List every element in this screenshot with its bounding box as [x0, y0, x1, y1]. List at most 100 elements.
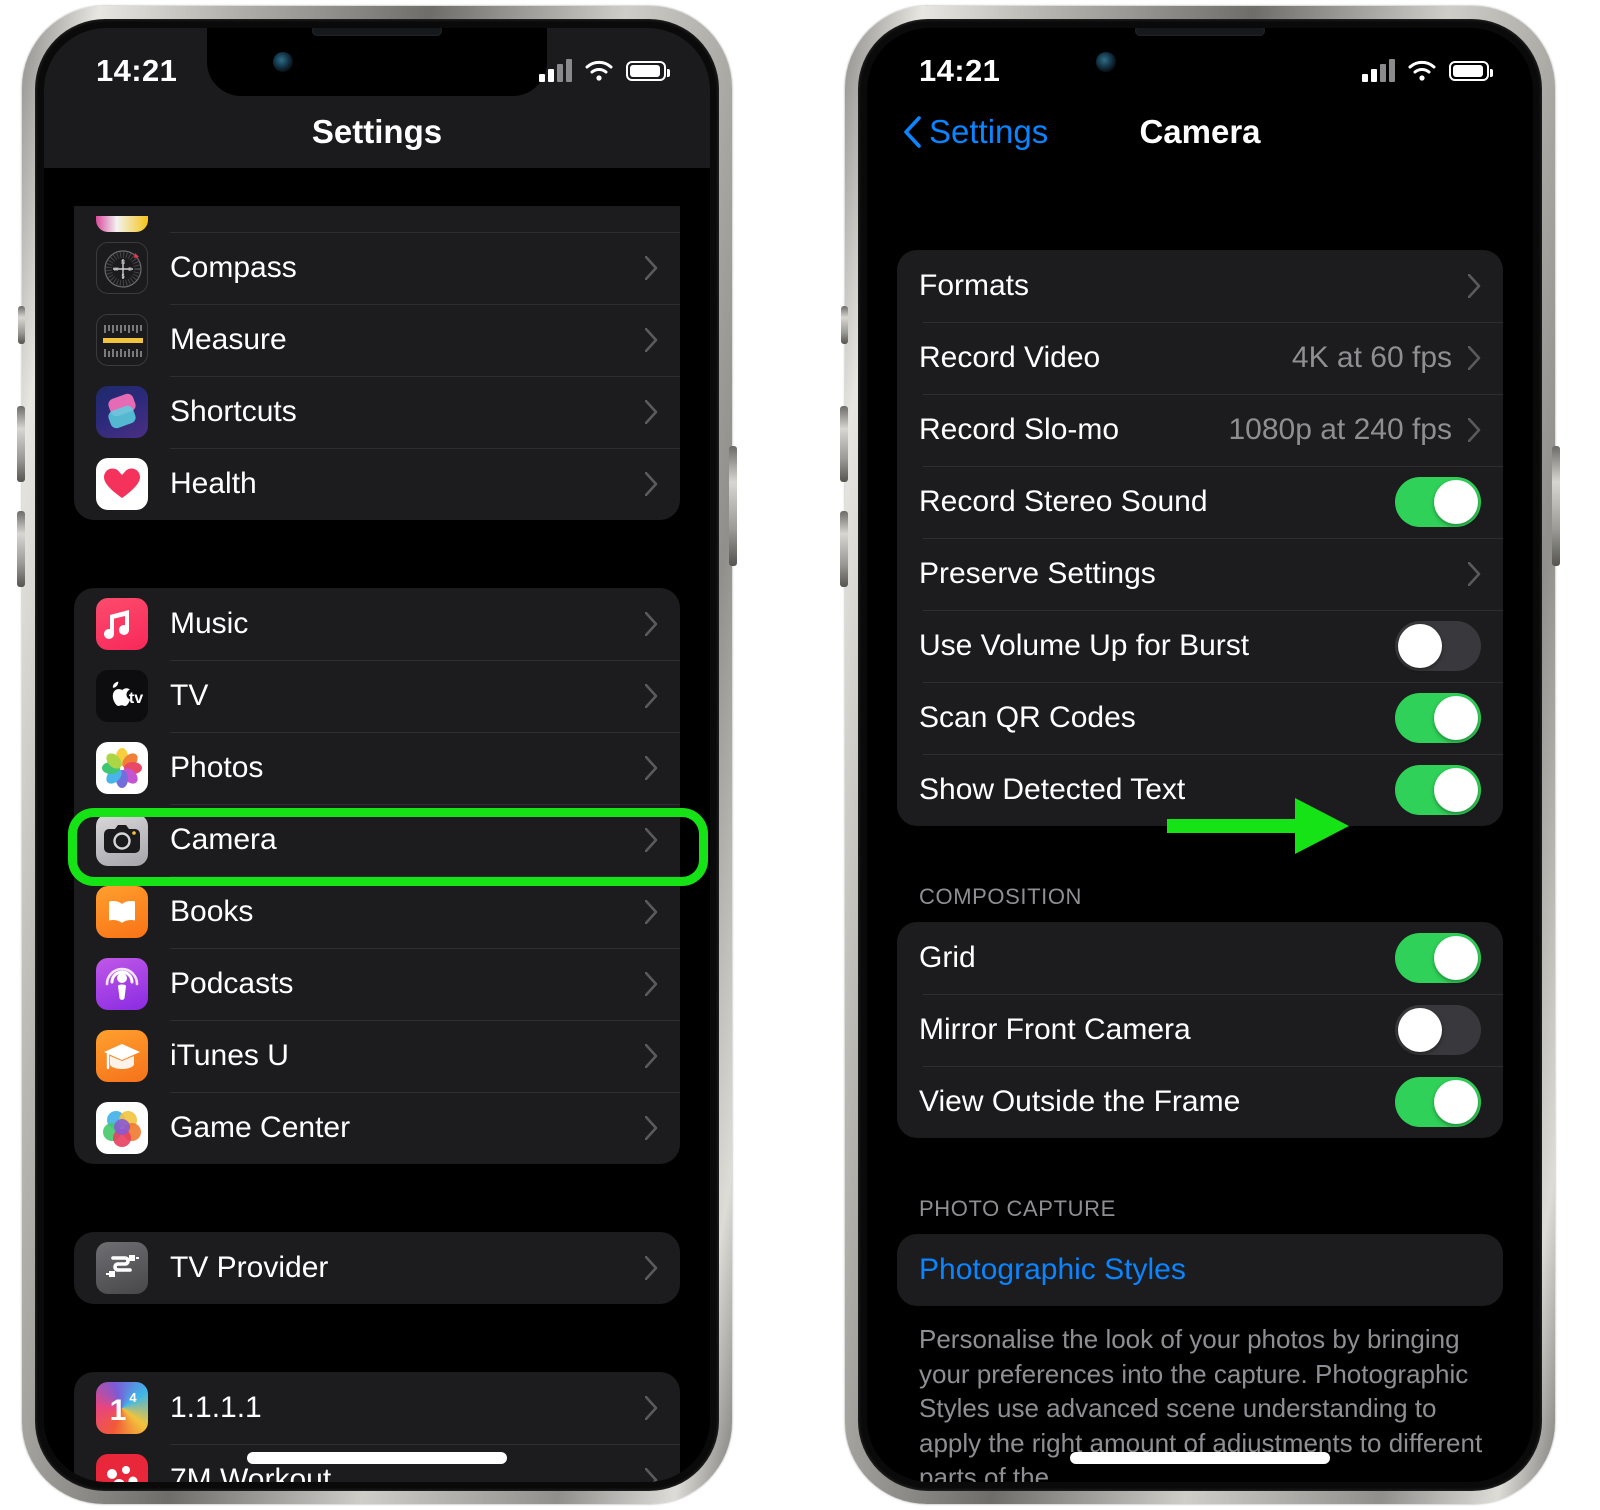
chevron-right-icon: [645, 900, 658, 924]
volume-up-button[interactable]: [17, 406, 25, 482]
chevron-right-icon: [1468, 274, 1481, 298]
settings-group-utilities: N S W E Compass Measure Shortcuts Health: [74, 206, 680, 520]
chevron-right-icon: [1468, 562, 1481, 586]
silent-switch[interactable]: [18, 306, 25, 344]
sidebar-item-label: Game Center: [170, 1111, 351, 1144]
chevron-right-icon: [645, 1116, 658, 1140]
chevron-right-icon: [645, 828, 658, 852]
chevron-right-icon: [645, 472, 658, 496]
chevron-right-icon: [1468, 346, 1481, 370]
sidebar-item-label: iTunes U: [170, 1039, 289, 1072]
compass-app-icon: N S W E: [96, 242, 148, 294]
row-scan-qr-codes[interactable]: Scan QR Codes: [897, 682, 1503, 754]
sidebar-item-camera[interactable]: Camera: [74, 804, 680, 876]
right-phone-screen: Formats Record Video 4K at 60 fps Record…: [867, 28, 1533, 1482]
left-phone-bezel: N S W E Compass Measure Shortcuts Health…: [35, 19, 719, 1491]
sidebar-item-1-1-1-1[interactable]: 1 4 1.1.1.1: [74, 1372, 680, 1444]
sidebar-item-shortcuts[interactable]: Shortcuts: [74, 376, 680, 448]
show-detected-text-arrow-annotation: [1167, 798, 1349, 854]
row-value: 1080p at 240 fps: [1228, 413, 1452, 446]
row-label: Scan QR Codes: [919, 701, 1136, 734]
scan-qr-codes-toggle[interactable]: [1395, 693, 1481, 743]
svg-text:E: E: [128, 267, 132, 273]
row-formats[interactable]: Formats: [897, 250, 1503, 322]
home-indicator[interactable]: [247, 1452, 507, 1464]
sidebar-item-label: 1.1.1.1: [170, 1391, 262, 1424]
page-title: Camera: [1139, 113, 1261, 150]
row-photographic-styles[interactable]: Photographic Styles: [897, 1234, 1503, 1306]
status-clock: 14:21: [96, 53, 178, 88]
toggle-knob: [1434, 1080, 1478, 1124]
show-detected-text-toggle[interactable]: [1395, 765, 1481, 815]
volume-down-button[interactable]: [840, 511, 848, 587]
sidebar-item-tv-provider[interactable]: TV Provider: [74, 1232, 680, 1304]
toggle-knob: [1434, 480, 1478, 524]
status-clock: 14:21: [919, 53, 1001, 88]
row-record-slo-mo[interactable]: Record Slo-mo 1080p at 240 fps: [897, 394, 1503, 466]
row-use-volume-up-for-burst[interactable]: Use Volume Up for Burst: [897, 610, 1503, 682]
toggle-knob: [1434, 696, 1478, 740]
shortcuts-app-icon: [96, 386, 148, 438]
wifi-icon: [1408, 60, 1436, 81]
sidebar-item-photos[interactable]: Photos: [74, 732, 680, 804]
chevron-right-icon: [645, 684, 658, 708]
row-label: Use Volume Up for Burst: [919, 629, 1250, 662]
game-center-app-icon: [96, 1102, 148, 1154]
sidebar-item-tv[interactable]: tv TV: [74, 660, 680, 732]
camera-settings-scroll-view[interactable]: Formats Record Video 4K at 60 fps Record…: [867, 28, 1533, 1482]
sidebar-item-podcasts[interactable]: Podcasts: [74, 948, 680, 1020]
sidebar-item-music[interactable]: Music: [74, 588, 680, 660]
row-record-stereo-sound[interactable]: Record Stereo Sound: [897, 466, 1503, 538]
photographic-styles-link[interactable]: Photographic Styles: [919, 1253, 1481, 1287]
home-indicator[interactable]: [1070, 1452, 1330, 1464]
row-grid[interactable]: Grid: [897, 922, 1503, 994]
row-mirror-front-camera[interactable]: Mirror Front Camera: [897, 994, 1503, 1066]
sidebar-item-measure[interactable]: Measure: [74, 304, 680, 376]
back-button[interactable]: Settings: [903, 96, 1048, 168]
svg-text:N: N: [121, 260, 125, 266]
screenshot-stage: N S W E Compass Measure Shortcuts Health…: [0, 0, 1600, 1510]
toggle-knob: [1434, 936, 1478, 980]
sidebar-item-label: Health: [170, 467, 257, 500]
settings-scroll-view[interactable]: N S W E Compass Measure Shortcuts Health…: [44, 28, 710, 1482]
sidebar-item-label: Podcasts: [170, 967, 294, 1000]
row-preserve-settings[interactable]: Preserve Settings: [897, 538, 1503, 610]
health-app-icon: [96, 458, 148, 510]
row-label: View Outside the Frame: [919, 1085, 1241, 1118]
volume-up-button[interactable]: [840, 406, 848, 482]
row-label: Mirror Front Camera: [919, 1013, 1191, 1046]
left-navbar: Settings: [44, 96, 710, 168]
seven-m-workout-app-icon: [96, 1454, 148, 1482]
settings-group-apple-media: Music tv TV Photos Camera Books Podcasts…: [74, 588, 680, 1164]
power-button[interactable]: [1552, 446, 1560, 566]
row-value: 4K at 60 fps: [1291, 341, 1452, 374]
toggle-knob: [1398, 1008, 1442, 1052]
silent-switch[interactable]: [841, 306, 848, 344]
row-record-video[interactable]: Record Video 4K at 60 fps: [897, 322, 1503, 394]
sidebar-item-health[interactable]: Health: [74, 448, 680, 520]
sidebar-item-compass[interactable]: N S W E Compass: [74, 232, 680, 304]
view-outside-the-frame-toggle[interactable]: [1395, 1077, 1481, 1127]
svg-text:S: S: [121, 274, 125, 280]
sidebar-item-books[interactable]: Books: [74, 876, 680, 948]
chevron-left-icon: [904, 116, 921, 148]
camera-settings-group-main: Formats Record Video 4K at 60 fps Record…: [897, 250, 1503, 826]
sidebar-item-game-center[interactable]: Game Center: [74, 1092, 680, 1164]
power-button[interactable]: [729, 446, 737, 566]
chevron-right-icon: [645, 612, 658, 636]
settings-group-third-party: 1 4 1.1.1.1 7M Workout: [74, 1372, 680, 1482]
chevron-right-icon: [645, 400, 658, 424]
mirror-front-camera-toggle[interactable]: [1395, 1005, 1481, 1055]
tv-app-icon: tv: [96, 670, 148, 722]
chevron-right-icon: [645, 328, 658, 352]
signal-bars-icon: [539, 59, 572, 82]
row-view-outside-the-frame[interactable]: View Outside the Frame: [897, 1066, 1503, 1138]
partial-row-above[interactable]: [74, 206, 680, 232]
grid-toggle[interactable]: [1395, 933, 1481, 983]
sidebar-item-itunes-u[interactable]: iTunes U: [74, 1020, 680, 1092]
sidebar-item-label: 7M Workout: [170, 1463, 332, 1482]
volume-down-button[interactable]: [17, 511, 25, 587]
sidebar-item-label: TV Provider: [170, 1251, 329, 1284]
use-volume-up-for-burst-toggle[interactable]: [1395, 621, 1481, 671]
record-stereo-sound-toggle[interactable]: [1395, 477, 1481, 527]
